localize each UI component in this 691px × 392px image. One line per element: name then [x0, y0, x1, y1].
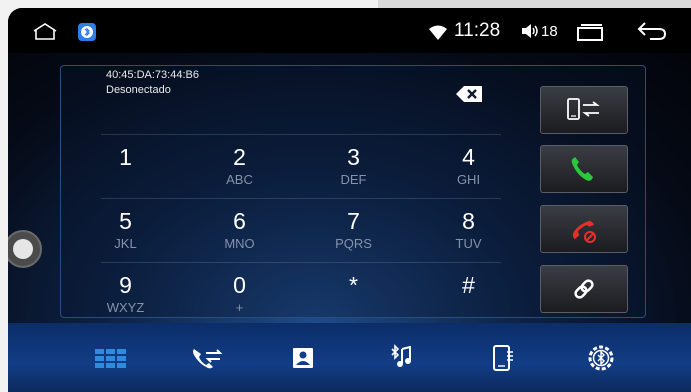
- nav-call-log[interactable]: [178, 323, 238, 392]
- divider: [101, 198, 501, 199]
- key-0[interactable]: 0 +: [183, 264, 296, 326]
- back-icon[interactable]: [636, 20, 668, 42]
- key-2[interactable]: 2 ABC: [183, 136, 296, 198]
- transfer-call-button[interactable]: [540, 86, 628, 134]
- volume-level: 18: [541, 23, 558, 40]
- clock-time: 11:28: [454, 20, 501, 41]
- dialpad-icon: [95, 349, 126, 368]
- key-1[interactable]: 1: [69, 136, 182, 198]
- status-bar: 11:28 18: [8, 8, 691, 53]
- key-4[interactable]: 4 GHI: [412, 136, 525, 198]
- bluetooth-settings-icon: [588, 345, 614, 371]
- key-3[interactable]: 3 DEF: [297, 136, 410, 198]
- key-hash[interactable]: #: [412, 264, 525, 326]
- nav-bluetooth-settings[interactable]: [571, 323, 631, 392]
- bt-music-icon: [391, 344, 411, 367]
- key-8[interactable]: 8 TUV: [412, 200, 525, 262]
- link-icon: [574, 279, 594, 299]
- divider: [101, 262, 501, 263]
- nav-bt-music[interactable]: [370, 323, 430, 392]
- transfer-call-icon: [567, 98, 600, 120]
- hang-up-icon: [572, 220, 596, 243]
- call-button[interactable]: [540, 145, 628, 193]
- assistive-touch-dot: [13, 239, 33, 259]
- link-button[interactable]: [540, 265, 628, 313]
- nav-phone-device[interactable]: [473, 323, 533, 392]
- call-icon: [571, 157, 593, 181]
- hang-up-button[interactable]: [540, 205, 628, 253]
- device-address: 40:45:DA:73:44:B6: [106, 69, 199, 81]
- wifi-icon: [429, 25, 447, 40]
- key-9[interactable]: 9 WXYZ: [69, 264, 182, 326]
- dialer-main: 40:45:DA:73:44:B6 Desonectado 1 2 ABC 3 DE…: [8, 53, 691, 323]
- dialpad-panel: 40:45:DA:73:44:B6 Desonectado 1 2 ABC 3 DE…: [60, 65, 646, 318]
- volume-icon[interactable]: [520, 22, 540, 40]
- home-icon[interactable]: [32, 22, 58, 40]
- key-7[interactable]: 7 PQRS: [297, 200, 410, 262]
- nav-dialpad[interactable]: [81, 323, 141, 392]
- phone-device-icon: [493, 345, 513, 371]
- divider: [101, 134, 501, 135]
- bottom-navigation: [8, 323, 691, 392]
- nav-contacts[interactable]: [273, 323, 333, 392]
- bluetooth-notification-icon[interactable]: [78, 23, 96, 41]
- call-log-icon: [193, 349, 223, 369]
- key-5[interactable]: 5 JKL: [69, 200, 182, 262]
- backspace-icon[interactable]: [454, 84, 484, 104]
- key-6[interactable]: 6 MNO: [183, 200, 296, 262]
- connection-status: Desonectado: [106, 84, 171, 96]
- head-unit-screen: 11:28 18 40:45:DA:73:44:B6 Desonectado 1…: [8, 8, 691, 392]
- recent-apps-icon[interactable]: [576, 23, 604, 41]
- contacts-icon: [293, 348, 313, 368]
- key-star[interactable]: *: [297, 264, 410, 326]
